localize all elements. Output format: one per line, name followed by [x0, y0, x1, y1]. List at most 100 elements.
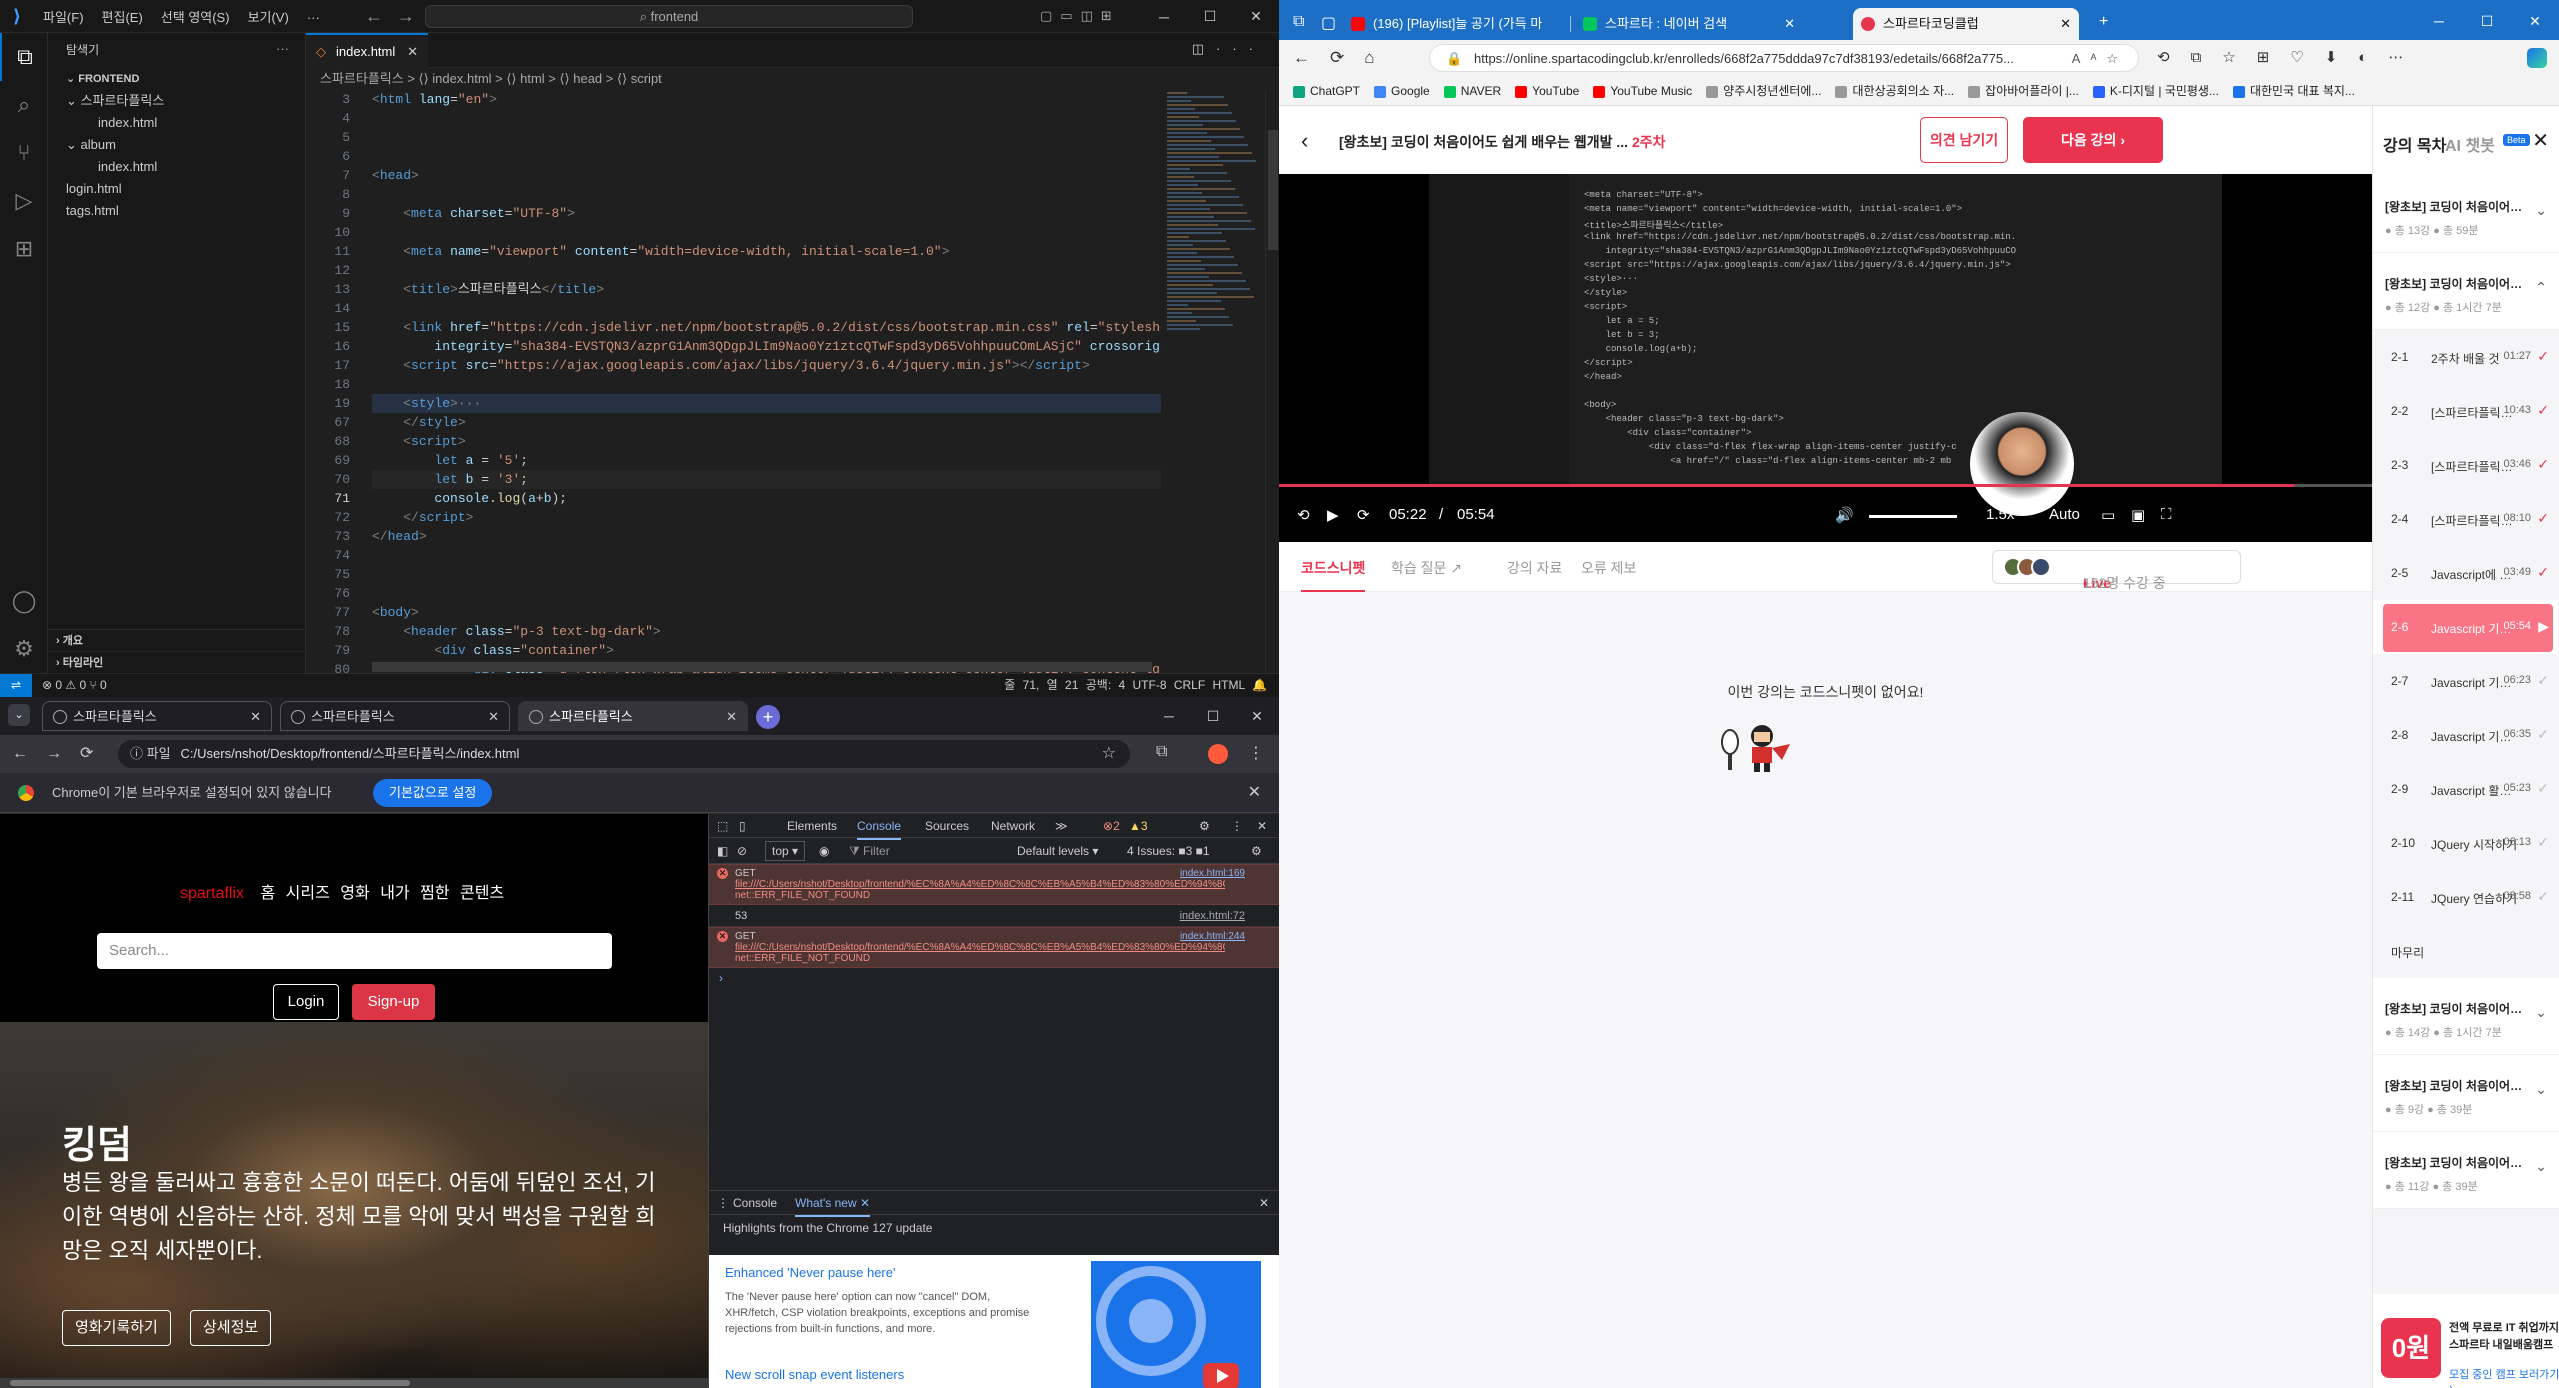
bookmark-item[interactable]: ChatGPT: [1293, 84, 1360, 98]
lecture-item[interactable]: 2-5 Javascript에 대해 03:49 ✓: [2373, 546, 2559, 600]
quality-selector[interactable]: Auto: [2049, 506, 2080, 523]
tab-search-icon[interactable]: ⌄: [8, 704, 30, 726]
address-bar[interactable]: ⓘ 파일 C:/Users/nshot/Desktop/frontend/스파르타…: [118, 740, 1130, 768]
editor-status[interactable]: 줄 71, 열 21 공백: 4 UTF-8 CRLF HTML 🔔: [1004, 674, 1267, 696]
inspect-icon[interactable]: ⬚: [717, 814, 728, 838]
browser-tab[interactable]: 스파르타플릭스 ✕: [42, 701, 272, 731]
video-thumbnail[interactable]: [1091, 1261, 1261, 1388]
command-center[interactable]: ⌕ frontend: [425, 5, 913, 28]
close-button[interactable]: ✕: [1233, 8, 1279, 25]
devtools-menu-icon[interactable]: ⋮: [1231, 814, 1243, 838]
lecture-item[interactable]: 2-6Javascript 기초문법 105:54▶: [2373, 600, 2559, 654]
timeline-section[interactable]: › 타임라인: [48, 651, 305, 673]
tab-lecture-material[interactable]: 강의 자료: [1507, 558, 1562, 578]
source-control-icon[interactable]: ⑂: [0, 129, 48, 177]
browser-tab-active[interactable]: 스파르타플릭스 ✕: [518, 701, 748, 731]
tree-file[interactable]: tags.html: [48, 200, 305, 222]
source-link[interactable]: index.html:244: [1180, 931, 1245, 942]
edge-toolbar-icons[interactable]: ⟲⧉☆⊞♡⬇◐⋯: [2157, 48, 2424, 66]
bookmark-item[interactable]: YouTube: [1515, 84, 1579, 98]
browser-tab[interactable]: 스파르타플릭스 ✕: [280, 701, 510, 731]
tree-root[interactable]: ⌄ FRONTEND: [48, 68, 305, 90]
drawer-menu-icon[interactable]: ⋮: [717, 1191, 729, 1215]
chevron-up-icon[interactable]: ⌃: [2535, 279, 2547, 296]
tree-file[interactable]: index.html: [48, 156, 305, 178]
lecture-item[interactable]: 2-7Javascript 기초문법 206:23✓: [2373, 654, 2559, 708]
close-tab-icon[interactable]: ✕: [250, 702, 261, 732]
code-lines[interactable]: <html lang="en"> <head> <meta charset="U…: [372, 90, 1161, 673]
code-editor[interactable]: 3 4 5 6 7 8 9 10 11 12 13 14 15 16 17 18 19 67 68 69 70 71 72 7…: [306, 90, 1161, 673]
nav-home[interactable]: 홈: [260, 885, 275, 902]
site-info-chip[interactable]: ⓘ 파일: [130, 746, 171, 761]
address-actions[interactable]: Aᴬ☆: [2072, 45, 2128, 73]
menu-item[interactable]: 보기(V): [248, 10, 289, 25]
live-viewers-badge[interactable]: Live • 152명 수강 중: [1992, 550, 2241, 591]
toc-section[interactable]: [왕초보] 코딩이 처음이어도 쉽게 배... ● 총 13강 ● 총 59분 ⌄: [2373, 176, 2559, 253]
lecture-item-wrapup[interactable]: 마무리: [2373, 924, 2559, 978]
context-selector[interactable]: top ▾: [765, 841, 806, 861]
video-player[interactable]: <meta charset="UTF-8"> <meta name="viewp…: [1279, 174, 2372, 542]
bookmark-item[interactable]: 잡아바어플라이 |...: [1968, 84, 2079, 98]
maximize-button[interactable]: ☐: [1187, 8, 1233, 25]
device-toolbar-icon[interactable]: ▯: [739, 814, 746, 838]
signup-button[interactable]: Sign-up: [352, 984, 435, 1020]
new-tab-button[interactable]: +: [756, 705, 780, 729]
site-brand[interactable]: spartaflix: [180, 885, 244, 902]
back-arrow-icon[interactable]: ‹: [1301, 128, 1308, 154]
toc-section[interactable]: [왕초보] 코딩이 처음이어도 쉽게 배... ● 총 11강 ● 총 39분 ⌄: [2373, 1132, 2559, 1209]
tab-actions-icon[interactable]: ▢: [1321, 13, 1336, 33]
chevron-down-icon[interactable]: ⌄: [2535, 1158, 2547, 1175]
bookmark-item[interactable]: YouTube Music: [1593, 84, 1692, 98]
console-filter-input[interactable]: ⧩ Filter: [849, 838, 890, 864]
bookmark-item[interactable]: 대한민국 대표 복지...: [2232, 84, 2355, 98]
browser-tab[interactable]: 스파르타 : 네이버 검색 ✕: [1575, 8, 1803, 40]
breadcrumb[interactable]: 스파르타플릭스 > ⟨⟩ index.html > ⟨⟩ html > ⟨⟩ h…: [306, 68, 1279, 90]
problems-status[interactable]: ⊗ 0 ⚠ 0 ⑂ 0: [42, 674, 107, 696]
lock-icon[interactable]: 🔒: [1446, 45, 1462, 73]
detail-button[interactable]: 상세정보: [190, 1310, 272, 1346]
extensions-icon[interactable]: ⊞: [0, 225, 48, 273]
chevron-down-icon[interactable]: ⌄: [2535, 1081, 2547, 1098]
bookmark-item[interactable]: 대한상공회의소 자...: [1835, 84, 1954, 98]
extensions-icon[interactable]: ⧉: [1156, 743, 1181, 761]
nav-movies[interactable]: 영화: [340, 885, 369, 902]
lecture-item[interactable]: 2-10 JQuery 시작하기 06:13 ✓: [2373, 816, 2559, 870]
address-bar[interactable]: 🔒 https://online.spartacodingclub.kr/enro…: [1429, 44, 2139, 72]
feature-link[interactable]: New scroll snap event listeners: [725, 1367, 904, 1382]
close-sidebar-icon[interactable]: ✕: [2532, 128, 2549, 153]
request-url[interactable]: file:///C:/Users/nshot/Desktop/frontend/…: [735, 879, 1225, 890]
run-debug-icon[interactable]: ▷: [0, 177, 48, 225]
toc-section[interactable]: [왕초보] 코딩이 처음이어도 쉽게 배... ● 총 9강 ● 총 39분 ⌄: [2373, 1055, 2559, 1132]
feedback-button[interactable]: 의견 남기기: [1920, 117, 2008, 163]
minimize-button[interactable]: ─: [1141, 9, 1187, 25]
bookmark-star-icon[interactable]: ☆: [1102, 740, 1116, 768]
tree-folder[interactable]: ⌄ 스파르타플릭스: [48, 90, 305, 112]
tree-file[interactable]: index.html: [48, 112, 305, 134]
clear-console-icon[interactable]: ⊘: [737, 838, 747, 864]
source-link[interactable]: index.html:169: [1180, 868, 1245, 879]
tab-toc[interactable]: 강의 목차: [2383, 132, 2446, 156]
chevron-down-icon[interactable]: ⌄: [2535, 1004, 2547, 1021]
tab-index-html[interactable]: ◇ index.html ✕: [306, 33, 428, 68]
menu-item[interactable]: ···: [307, 10, 320, 25]
tab-ai-chatbot[interactable]: AI 챗봇: [2445, 132, 2495, 156]
set-default-button[interactable]: 기본값으로 설정: [373, 779, 493, 807]
bookmark-item[interactable]: Google: [1374, 84, 1430, 98]
search-icon[interactable]: ⌕: [0, 81, 48, 129]
lecture-item[interactable]: 2-11 JQuery 연습하기 08:58 ✓: [2373, 870, 2559, 924]
next-lecture-button[interactable]: 다음 강의 ›: [2023, 117, 2163, 163]
sidebar-toggle-icon[interactable]: ◧: [717, 838, 728, 864]
minimap[interactable]: [1161, 90, 1265, 673]
vertical-scrollbar[interactable]: [1265, 90, 1279, 673]
remote-icon[interactable]: ⇌: [0, 674, 32, 697]
lecture-item[interactable]: 2-3[스파르타플릭스]프로...03:46✓: [2373, 438, 2559, 492]
nav-arrows[interactable]: ←→: [365, 6, 429, 27]
tab-learning-question[interactable]: 학습 질문 ↗: [1391, 558, 1462, 578]
issues-counter[interactable]: 4 Issues: ■3 ■1: [1127, 838, 1210, 864]
tab-code-snippet[interactable]: 코드스니펫: [1301, 558, 1366, 592]
split-editor-icon[interactable]: ◫···: [1192, 41, 1265, 57]
copilot-icon[interactable]: [2527, 48, 2547, 68]
request-url[interactable]: file:///C:/Users/nshot/Desktop/frontend/…: [735, 942, 1225, 953]
close-tab-icon[interactable]: ✕: [407, 35, 418, 68]
more-tabs-icon[interactable]: ≫: [1055, 814, 1068, 838]
